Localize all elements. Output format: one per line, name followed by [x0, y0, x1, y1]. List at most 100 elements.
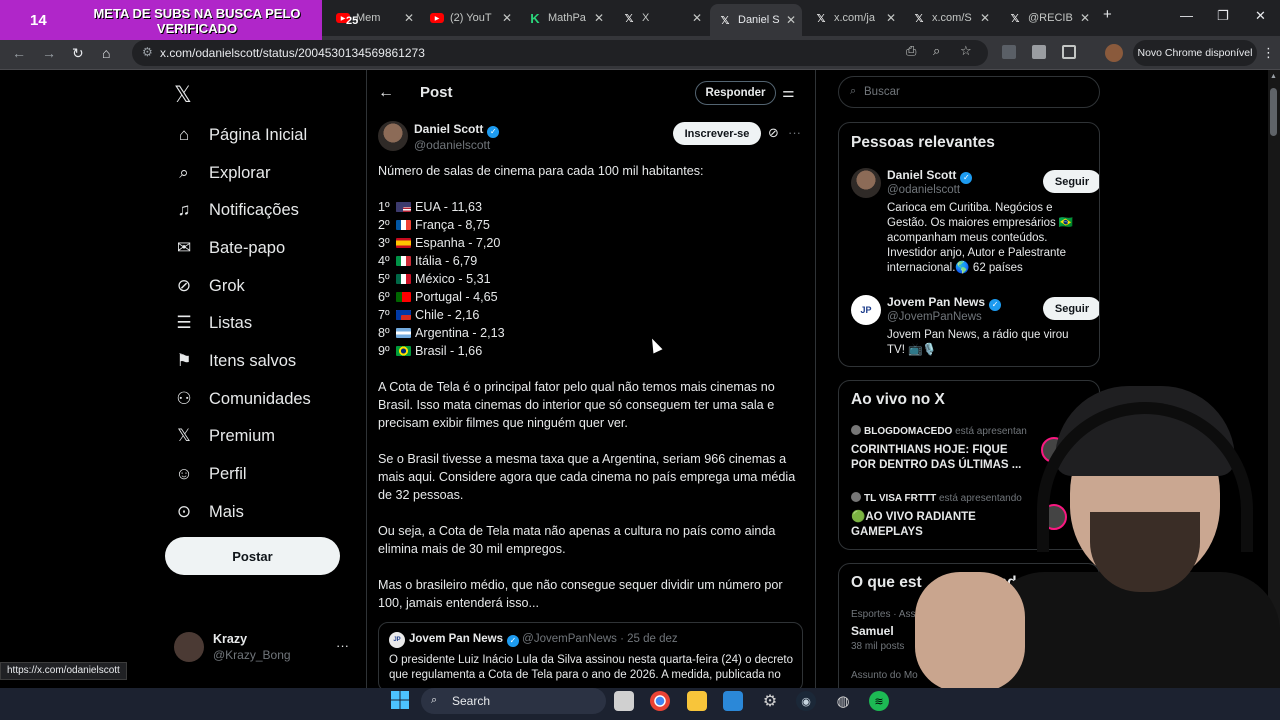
zoom-icon[interactable]: ⌕ [933, 43, 940, 59]
nav-grok[interactable]: ⊘ Grok [174, 271, 245, 301]
task-view-icon[interactable] [614, 691, 634, 711]
scrollbar-thumb[interactable] [1270, 88, 1277, 136]
tab-title: X [642, 12, 650, 24]
chrome-icon[interactable] [650, 691, 670, 711]
store-icon[interactable] [723, 691, 743, 711]
windows-start-icon[interactable] [390, 690, 410, 710]
account-name: Krazy [213, 632, 248, 646]
person-name: Daniel Scott ✓ [887, 168, 973, 184]
browser-toolbar: ← → ↻ ⌂ ⚙ x.com/odanielscott/status/2004… [0, 36, 1280, 70]
author-name-text: Daniel Scott [414, 122, 484, 136]
back-arrow-icon[interactable]: ← [378, 84, 394, 102]
tab-close-icon[interactable]: ✕ [594, 11, 604, 25]
address-bar[interactable]: ⚙ x.com/odanielscott/status/200453013456… [132, 40, 988, 66]
person-handle: @odanielscott [887, 184, 961, 196]
tab-title: MathPa [548, 12, 586, 24]
author-handle[interactable]: @odanielscott [414, 138, 490, 152]
tab-3[interactable]: 𝕏 X ✕ [614, 6, 708, 30]
banner-count: 14 [30, 12, 47, 29]
install-app-icon[interactable]: ⎙ [906, 43, 916, 59]
rank-position: 6º [378, 290, 390, 304]
nav-profile[interactable]: ☺ Perfil [174, 459, 246, 489]
post-paragraph: Se o Brasil tivesse a mesma taxa que a A… [378, 452, 796, 502]
profile-avatar[interactable] [1105, 44, 1123, 62]
tab-1[interactable]: ▶ (2) YouT ✕ [422, 6, 518, 30]
extension-icon[interactable] [1032, 45, 1046, 59]
tab-close-icon[interactable]: ✕ [886, 11, 896, 25]
bookmark-star-icon[interactable]: ☆ [960, 43, 972, 59]
nav-label: Perfil [209, 464, 247, 483]
taskbar-search[interactable]: ⌕ Search [421, 688, 606, 714]
spotify-icon[interactable]: ≋ [869, 691, 889, 711]
home-browser-icon[interactable]: ⌂ [102, 45, 110, 61]
reload-icon[interactable]: ↻ [72, 45, 84, 62]
forward-icon[interactable]: → [42, 45, 56, 61]
rank-country: Portugal - 4,65 [415, 290, 498, 304]
tab-2[interactable]: K MathPa ✕ [520, 6, 610, 30]
nav-notifications[interactable]: ♫ Notificações [174, 195, 299, 225]
list-item: 1º EUA - 11,63 [378, 198, 808, 216]
new-chrome-available-button[interactable]: Novo Chrome disponível [1133, 40, 1257, 66]
trend-name[interactable]: Samuel [851, 624, 894, 638]
nav-bookmarks[interactable]: ⚑ Itens salvos [174, 346, 296, 376]
nav-communities[interactable]: ⚇ Comunidades [174, 384, 310, 414]
extension-icon[interactable] [1002, 45, 1016, 59]
tab-4-active[interactable]: 𝕏 Daniel S ✕ [710, 4, 802, 36]
author-name[interactable]: Daniel Scott ✓ [414, 122, 500, 138]
more-circle-icon: ⊙ [176, 502, 192, 521]
rank-country: EUA - 11,63 [415, 200, 482, 214]
site-info-icon[interactable]: ⚙ [142, 45, 153, 59]
post-button[interactable]: Postar [165, 537, 340, 575]
scroll-up-icon[interactable]: ▲ [1270, 73, 1277, 80]
x-logo-icon[interactable]: 𝕏 [174, 82, 192, 108]
file-explorer-icon[interactable] [687, 691, 707, 711]
settings-gear-icon[interactable]: ⚙ [760, 691, 780, 711]
account-more-icon[interactable]: ··· [336, 638, 349, 653]
chrome-menu-icon[interactable]: ⋮ [1262, 45, 1275, 61]
tab-close-icon[interactable]: ✕ [692, 11, 702, 25]
search-input[interactable]: ⌕ Buscar [838, 76, 1100, 108]
back-icon[interactable]: ← [12, 45, 26, 61]
reply-button[interactable]: Responder [695, 81, 776, 105]
minimize-icon[interactable]: — [1180, 8, 1193, 23]
subscribe-button[interactable]: Inscrever-se [673, 122, 761, 145]
tab-6[interactable]: 𝕏 x.com/S ✕ [904, 6, 996, 30]
maximize-icon[interactable]: ❐ [1217, 8, 1229, 24]
nav-explore[interactable]: ⌕ Explorar [174, 158, 270, 188]
tab-close-icon[interactable]: ✕ [502, 11, 512, 25]
account-switcher[interactable]: Krazy @Krazy_Bong ··· [174, 630, 354, 664]
nav-label: Itens salvos [209, 351, 297, 370]
relevant-people-card: Pessoas relevantes Daniel Scott ✓ @odanie… [838, 122, 1100, 367]
steam-icon[interactable]: ◉ [796, 691, 816, 711]
tab-close-icon[interactable]: ✕ [404, 11, 414, 25]
nav-messages[interactable]: ✉ Bate-papo [174, 233, 285, 263]
tab-7[interactable]: 𝕏 @RECIB ✕ [1000, 6, 1096, 30]
nav-more[interactable]: ⊙ Mais [174, 497, 244, 527]
nav-home[interactable]: ⌂ Página Inicial [174, 120, 307, 150]
tab-close-icon[interactable]: ✕ [1080, 11, 1090, 25]
bookmark-icon: ⚑ [176, 351, 192, 370]
follow-button[interactable]: Seguir [1043, 297, 1099, 320]
quoted-post[interactable]: JP Jovem Pan News ✓ @JovemPanNews · 25 de… [378, 622, 803, 692]
filter-icon[interactable]: ⚌ [782, 84, 795, 101]
follow-button[interactable]: Seguir [1043, 170, 1099, 193]
nav-premium[interactable]: 𝕏 Premium [174, 421, 275, 451]
flag-mx-icon [396, 274, 411, 284]
extensions-puzzle-icon[interactable] [1062, 45, 1076, 59]
close-window-icon[interactable]: ✕ [1255, 8, 1266, 24]
author-avatar[interactable] [378, 121, 408, 151]
post-more-icon[interactable]: ··· [788, 125, 801, 140]
app-icon[interactable]: ◍ [833, 691, 853, 711]
grok-explain-icon[interactable]: ⊘ [768, 125, 779, 141]
flag-pt-icon [396, 292, 411, 302]
tab-close-icon[interactable]: ✕ [980, 11, 990, 25]
tab-0[interactable]: ▶ Mem ✕ [328, 6, 420, 30]
rank-country: Itália - 6,79 [415, 254, 478, 268]
new-tab-button[interactable]: + [1103, 6, 1112, 23]
quote-header: Jovem Pan News ✓ @JovemPanNews · 25 de de… [409, 633, 678, 647]
nav-lists[interactable]: ☰ Listas [174, 308, 252, 338]
nav-label: Explorar [209, 163, 271, 182]
tab-5[interactable]: 𝕏 x.com/ja ✕ [806, 6, 902, 30]
nav-label: Comunidades [209, 389, 311, 408]
tab-close-icon[interactable]: ✕ [786, 13, 796, 27]
